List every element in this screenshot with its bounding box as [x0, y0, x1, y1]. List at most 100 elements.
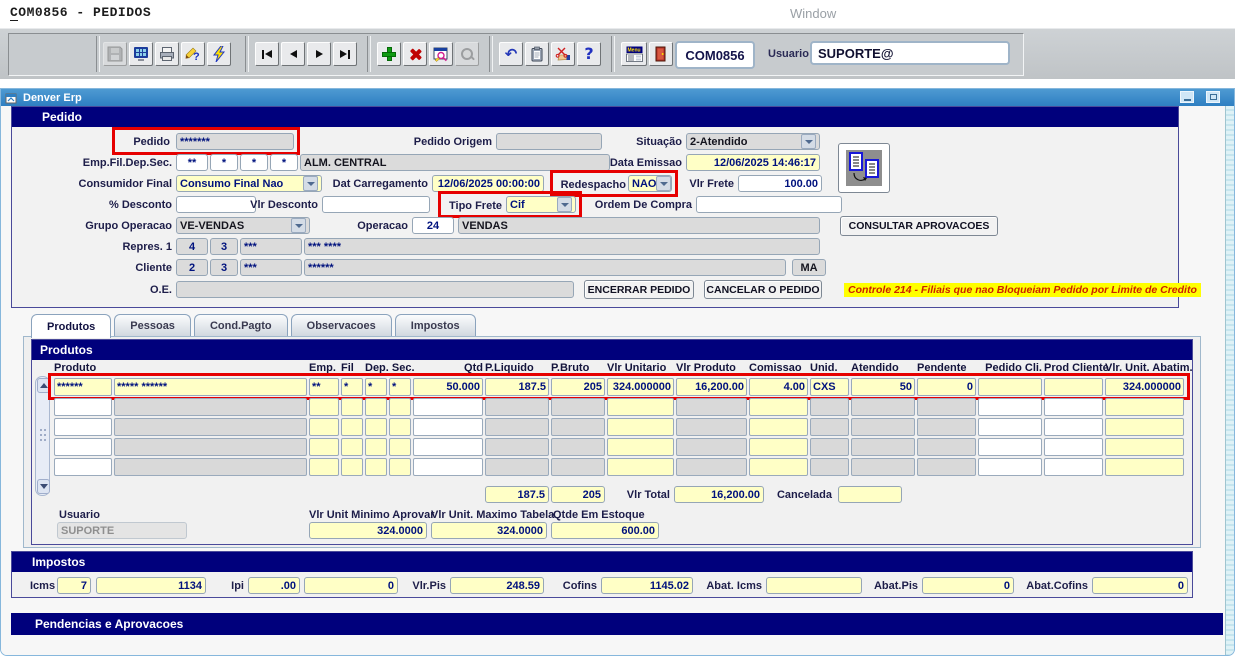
emp-field[interactable]: ** — [176, 154, 208, 171]
grid-cell[interactable] — [607, 418, 674, 436]
cell-atendido[interactable]: 50 — [851, 378, 915, 396]
grid-cell[interactable] — [551, 418, 605, 436]
grid-cell[interactable] — [676, 418, 747, 436]
grid-cell[interactable] — [389, 438, 411, 456]
cell-comissao[interactable]: 4.00 — [749, 378, 808, 396]
grid-cell[interactable] — [413, 458, 483, 476]
screen-button[interactable] — [129, 42, 153, 66]
dat-carregamento-field[interactable]: 12/06/2025 00:00:00 — [432, 175, 544, 192]
grid-cell[interactable] — [114, 398, 307, 416]
minimize-button[interactable] — [1180, 91, 1194, 103]
cell-produto[interactable]: ****** — [54, 378, 112, 396]
grid-cell[interactable] — [389, 458, 411, 476]
clipboard-button[interactable] — [525, 42, 549, 66]
sec-field[interactable]: * — [270, 154, 298, 171]
grid-cell[interactable] — [749, 458, 808, 476]
grid-cell[interactable] — [917, 438, 976, 456]
grid-cell[interactable] — [810, 398, 849, 416]
grid-cell[interactable] — [341, 398, 363, 416]
tipo-frete-combo[interactable]: Cif — [506, 196, 576, 213]
abat-cofins-field[interactable]: 0 — [1092, 577, 1188, 594]
grid-cell[interactable] — [551, 438, 605, 456]
grid-cell[interactable] — [413, 398, 483, 416]
tab-impostos[interactable]: Impostos — [395, 314, 476, 337]
grid-cell[interactable] — [749, 398, 808, 416]
grid-cell[interactable] — [365, 398, 387, 416]
grid-cell[interactable] — [851, 438, 915, 456]
grid-cell[interactable] — [365, 438, 387, 456]
grid-cell[interactable] — [676, 398, 747, 416]
grid-cell[interactable] — [607, 438, 674, 456]
last-record-button[interactable] — [333, 42, 357, 66]
cell-fil[interactable]: * — [341, 378, 363, 396]
vlr-desconto-field[interactable] — [322, 196, 430, 213]
tab-pessoas[interactable]: Pessoas — [114, 314, 191, 337]
icms-valor-field[interactable]: 1134 — [96, 577, 206, 594]
pedido-field[interactable]: ******* — [176, 133, 294, 150]
grid-cell[interactable] — [551, 398, 605, 416]
grid-cell[interactable] — [1044, 438, 1103, 456]
cell-vlr-unit-abatim[interactable]: 324.000000 — [1105, 378, 1184, 396]
ipi-valor-field[interactable]: 0 — [304, 577, 398, 594]
grid-cell[interactable] — [485, 458, 549, 476]
grid-cell[interactable] — [365, 418, 387, 436]
search-button[interactable] — [455, 42, 479, 66]
dep-field[interactable]: * — [240, 154, 268, 171]
grid-cell[interactable] — [114, 438, 307, 456]
data-emissao-field[interactable]: 12/06/2025 14:46:17 — [686, 154, 820, 171]
grid-cell[interactable] — [810, 458, 849, 476]
cell-pedido-cli[interactable] — [978, 378, 1042, 396]
grid-cell[interactable] — [1105, 438, 1184, 456]
cell-p-bruto[interactable]: 205 — [551, 378, 605, 396]
grid-cell[interactable] — [114, 458, 307, 476]
grid-cell[interactable] — [485, 398, 549, 416]
grid-cell[interactable] — [676, 458, 747, 476]
delete-record-button[interactable] — [403, 42, 427, 66]
enter-query-button[interactable] — [429, 42, 453, 66]
grid-cell[interactable] — [309, 458, 339, 476]
grid-cell[interactable] — [978, 398, 1042, 416]
previous-record-button[interactable] — [281, 42, 305, 66]
grid-cell[interactable] — [485, 438, 549, 456]
grid-cell[interactable] — [341, 418, 363, 436]
maximize-button[interactable] — [1206, 91, 1220, 103]
grid-cell[interactable] — [309, 418, 339, 436]
menu-button[interactable]: Menu — [621, 42, 647, 66]
record-scrollbar[interactable] — [35, 376, 50, 496]
grid-cell[interactable] — [851, 398, 915, 416]
grid-cell[interactable] — [607, 398, 674, 416]
pedido-origem-field[interactable] — [496, 133, 602, 150]
cut-button[interactable] — [551, 42, 575, 66]
menu-window[interactable]: Window — [790, 6, 836, 21]
scroll-down-button[interactable] — [37, 479, 50, 494]
grid-cell[interactable] — [978, 438, 1042, 456]
cell-vlr-unitario[interactable]: 324.000000 — [607, 378, 674, 396]
grid-cell[interactable] — [917, 398, 976, 416]
grid-cell[interactable] — [749, 438, 808, 456]
oe-field[interactable] — [176, 281, 574, 298]
grid-cell[interactable] — [917, 418, 976, 436]
cell-sec[interactable]: * — [389, 378, 411, 396]
grid-cell[interactable] — [1044, 458, 1103, 476]
cell-emp[interactable]: ** — [309, 378, 339, 396]
cliente-2-field[interactable]: 3 — [210, 259, 238, 276]
abat-pis-field[interactable]: 0 — [922, 577, 1014, 594]
grid-cell[interactable] — [485, 418, 549, 436]
grid-cell[interactable] — [389, 398, 411, 416]
grid-cell[interactable] — [810, 418, 849, 436]
cell-p-liquido[interactable]: 187.5 — [485, 378, 549, 396]
next-record-button[interactable] — [307, 42, 331, 66]
ipi-aliq-field[interactable]: .00 — [248, 577, 300, 594]
undo-button[interactable]: ↶ — [499, 42, 523, 66]
print-button[interactable] — [155, 42, 179, 66]
vlr-pis-field[interactable]: 248.59 — [450, 577, 544, 594]
operacao-codigo-field[interactable]: 24 — [412, 217, 454, 234]
cancelada-field[interactable] — [838, 486, 902, 503]
operacao-nome-field[interactable]: VENDAS — [458, 217, 820, 234]
tab-cond-pagto[interactable]: Cond.Pagto — [194, 314, 288, 337]
grid-cell[interactable] — [413, 438, 483, 456]
cell-qtd[interactable]: 50.000 — [413, 378, 483, 396]
cliente-nome-field[interactable]: ****** — [304, 259, 786, 276]
grid-cell[interactable] — [1044, 418, 1103, 436]
grid-cell[interactable] — [978, 458, 1042, 476]
